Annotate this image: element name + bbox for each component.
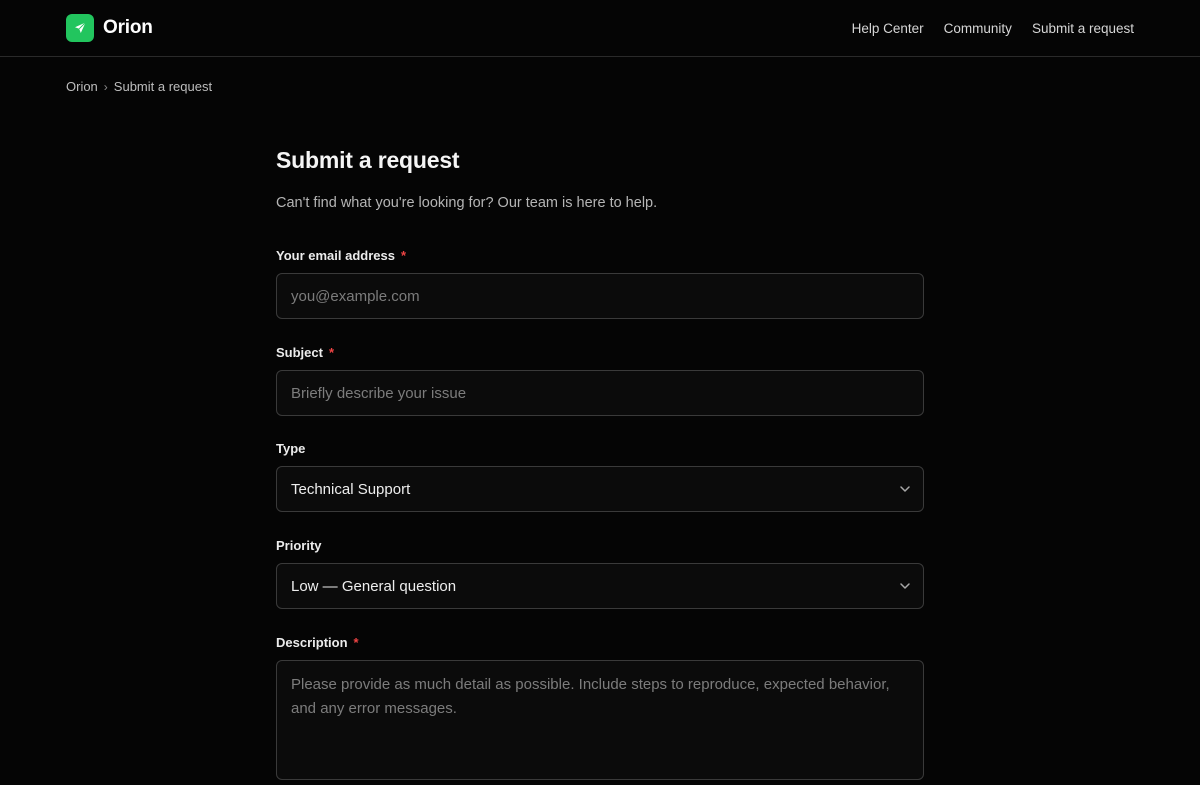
type-field-group: Type Technical Support xyxy=(276,441,924,512)
email-label-text: Your email address xyxy=(276,248,395,263)
breadcrumb-separator: › xyxy=(103,79,108,94)
email-field-group: Your email address * xyxy=(276,248,924,319)
nav-link-community[interactable]: Community xyxy=(944,20,1012,37)
subject-label: Subject * xyxy=(276,345,924,361)
breadcrumb-link-orion[interactable]: Orion xyxy=(66,79,98,94)
subject-field-group: Subject * xyxy=(276,345,924,416)
breadcrumb-current: Submit a request xyxy=(113,79,213,94)
required-marker: * xyxy=(353,635,359,650)
required-marker: * xyxy=(328,345,335,360)
description-field-group: Description * xyxy=(276,635,924,785)
subject-label-text: Subject xyxy=(276,345,323,360)
required-marker: * xyxy=(400,248,407,263)
type-select-wrapper: Technical Support xyxy=(276,466,924,512)
brand-home-link[interactable]: Orion xyxy=(66,14,153,42)
top-navigation-bar: Orion Help Center Community Submit a req… xyxy=(0,0,1200,57)
type-label: Type xyxy=(276,441,924,457)
rocket-icon xyxy=(66,14,94,42)
brand-name: Orion xyxy=(103,17,153,38)
page-title: Submit a request xyxy=(276,147,460,173)
type-select-value: Technical Support xyxy=(291,480,411,498)
priority-label-text: Priority xyxy=(276,538,322,553)
subject-input[interactable] xyxy=(276,370,924,416)
breadcrumb: Orion › Submit a request xyxy=(66,79,212,94)
priority-label: Priority xyxy=(276,538,924,554)
description-label: Description * xyxy=(276,635,924,651)
chevron-down-icon xyxy=(900,486,910,492)
type-label-text: Type xyxy=(276,441,306,456)
description-label-text: Description xyxy=(276,635,348,650)
nav-link-submit-request[interactable]: Submit a request xyxy=(1032,20,1134,37)
request-form-section: Submit a request Can't find what you're … xyxy=(276,144,924,780)
nav-link-help-center[interactable]: Help Center xyxy=(852,20,924,37)
priority-select-wrapper: Low — General question xyxy=(276,563,924,609)
page-subtitle: Can't find what you're looking for? Our … xyxy=(276,195,658,211)
header-nav: Help Center Community Submit a request xyxy=(852,20,1134,37)
email-input[interactable] xyxy=(276,273,924,319)
description-textarea[interactable] xyxy=(276,660,924,780)
chevron-down-icon xyxy=(900,583,910,589)
email-label: Your email address * xyxy=(276,248,924,264)
priority-field-group: Priority Low — General question xyxy=(276,538,924,609)
priority-select-value: Low — General question xyxy=(291,577,457,595)
type-select[interactable]: Technical Support xyxy=(276,466,924,512)
priority-select[interactable]: Low — General question xyxy=(276,563,924,609)
